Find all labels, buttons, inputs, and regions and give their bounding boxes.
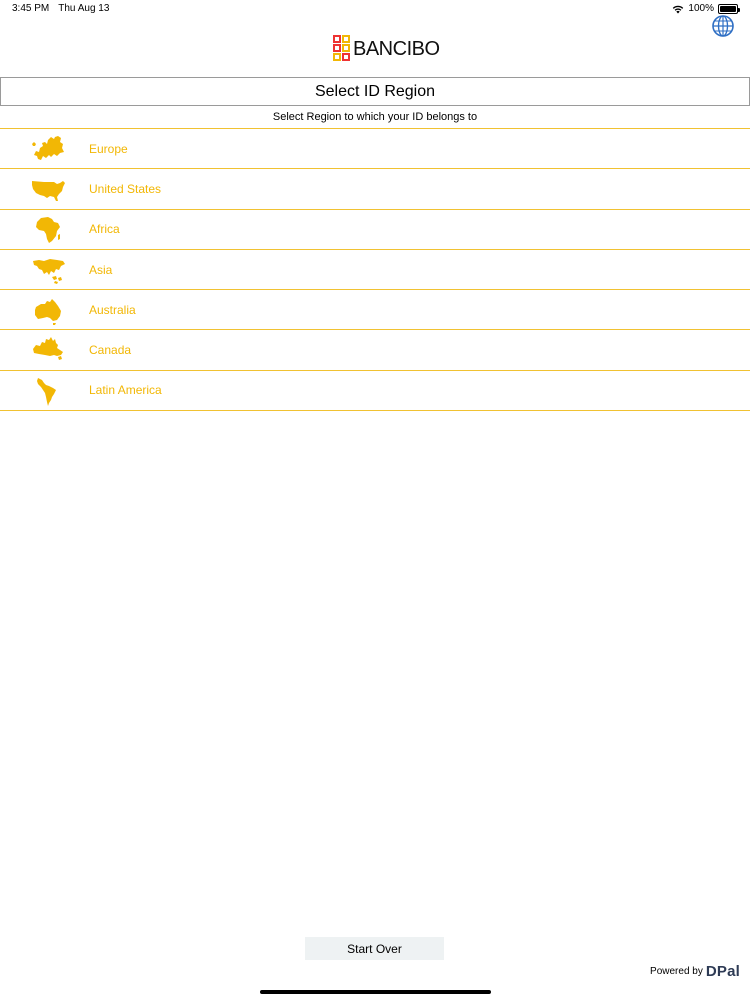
powered-by: Powered by DPal [650, 963, 740, 980]
region-label-europe: Europe [89, 141, 128, 156]
page-title: Select ID Region [0, 77, 750, 106]
battery-icon [718, 3, 740, 14]
wifi-icon [673, 5, 684, 13]
logo-text: BANCIBO [353, 37, 440, 60]
region-list: Europe United States Africa Asia Austral… [0, 128, 750, 412]
logo-mark-icon [333, 35, 350, 61]
canada-map-icon [33, 337, 63, 361]
latin-america-map-icon [37, 377, 56, 406]
region-item-united-states[interactable]: United States [0, 169, 750, 210]
europe-map-icon [32, 136, 64, 160]
status-bar: 3:45 PM Thu Aug 13 100% [0, 0, 750, 20]
start-over-button[interactable]: Start Over [305, 937, 444, 960]
idpal-logo: DPal [705, 963, 740, 980]
region-item-europe[interactable]: Europe [0, 129, 750, 170]
region-label-canada: Canada [89, 343, 132, 358]
page-subtitle: Select Region to which your ID belongs t… [272, 111, 478, 123]
region-item-asia[interactable]: Asia [0, 250, 750, 291]
status-right: 100% [672, 3, 740, 14]
region-label-africa: Africa [89, 222, 120, 237]
status-left: 3:45 PM Thu Aug 13 [12, 3, 109, 14]
africa-map-icon [36, 216, 60, 243]
australia-map-icon [35, 299, 61, 326]
globe-icon[interactable] [712, 15, 734, 37]
region-label-asia: Asia [89, 262, 113, 277]
battery-percent: 100% [688, 3, 714, 14]
battery-tip [738, 7, 740, 12]
battery-fill [720, 5, 736, 12]
region-label-latin-america: Latin America [89, 383, 162, 398]
bancibo-logo: BANCIBO [333, 35, 440, 63]
status-date: Thu Aug 13 [58, 3, 110, 14]
region-item-canada[interactable]: Canada [0, 330, 750, 371]
region-item-africa[interactable]: Africa [0, 210, 750, 250]
status-time: 3:45 PM [12, 3, 50, 14]
home-indicator[interactable] [260, 990, 491, 994]
usa-map-icon [32, 181, 65, 202]
region-label-united-states: United States [89, 181, 162, 196]
region-item-latin-america[interactable]: Latin America [0, 371, 750, 412]
powered-by-label: Powered by [650, 966, 703, 977]
asia-map-icon [33, 258, 65, 284]
region-item-australia[interactable]: Australia [0, 290, 750, 331]
region-label-australia: Australia [89, 302, 136, 317]
